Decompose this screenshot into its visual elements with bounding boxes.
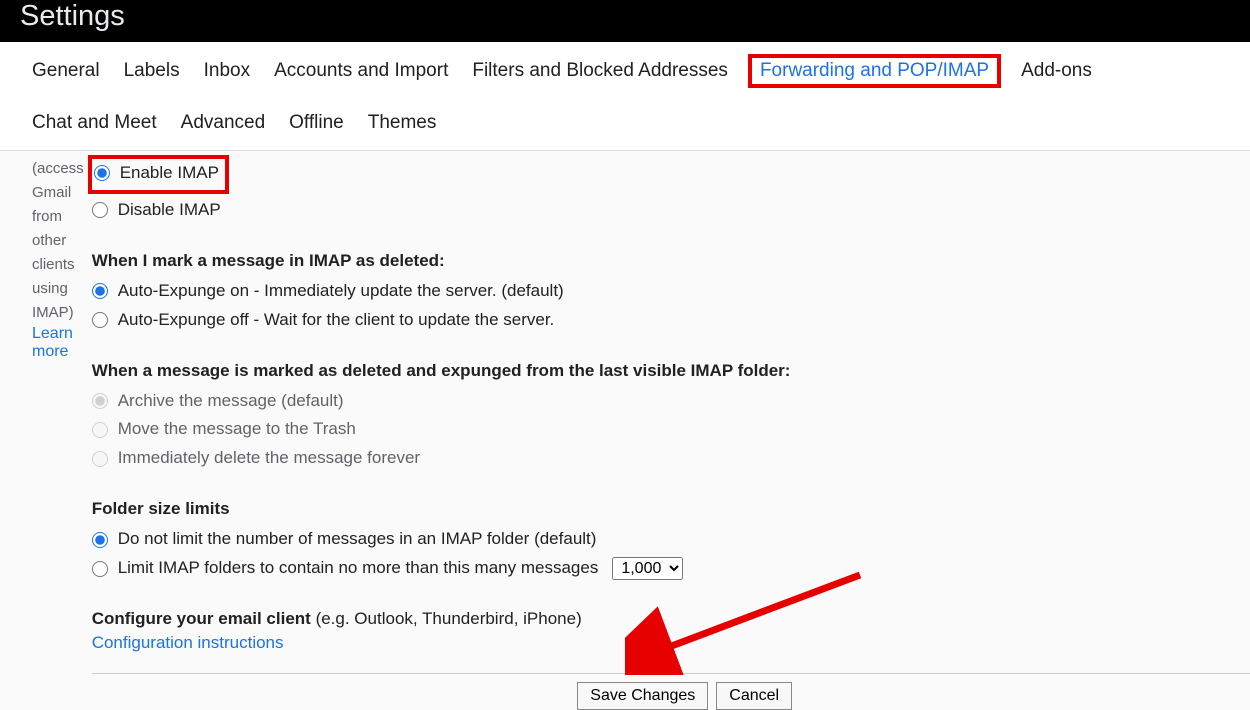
tab-inbox[interactable]: Inbox (204, 60, 250, 82)
section-side-label: (access Gmail from other clients using I… (32, 151, 92, 710)
highlight-enable-imap: Enable IMAP (88, 155, 229, 194)
configure-line: Configure your email client (e.g. Outloo… (92, 609, 1250, 629)
save-changes-button[interactable]: Save Changes (577, 682, 708, 710)
last-folder-group: When a message is marked as deleted and … (92, 361, 1250, 474)
expunge-on-label: Auto-Expunge on - Immediately update the… (118, 277, 564, 306)
cancel-button[interactable]: Cancel (716, 682, 792, 710)
tab-themes[interactable]: Themes (368, 112, 437, 134)
expunge-on-row[interactable]: Auto-Expunge on - Immediately update the… (92, 277, 1250, 306)
limit-count-select[interactable]: 1,000 (612, 557, 683, 580)
tab-addons[interactable]: Add-ons (1021, 60, 1092, 82)
limit-row[interactable]: Limit IMAP folders to contain no more th… (92, 554, 1250, 583)
configure-group: Configure your email client (e.g. Outloo… (92, 609, 1250, 653)
tab-general[interactable]: General (32, 60, 100, 82)
configure-bold: Configure your email client (92, 609, 311, 628)
archive-row[interactable]: Archive the message (default) (92, 387, 1250, 416)
tab-offline[interactable]: Offline (289, 112, 344, 134)
button-bar: Save Changes Cancel (92, 674, 1250, 710)
tab-forwarding[interactable]: Forwarding and POP/IMAP (760, 60, 989, 81)
trash-row[interactable]: Move the message to the Trash (92, 415, 1250, 444)
imap-hint-text: (access Gmail from other clients using I… (32, 157, 84, 325)
expunge-off-radio[interactable] (92, 312, 108, 328)
nolimit-row[interactable]: Do not limit the number of messages in a… (92, 525, 1250, 554)
expunge-group: When I mark a message in IMAP as deleted… (92, 251, 1250, 335)
tab-chat[interactable]: Chat and Meet (32, 112, 157, 134)
enable-imap-radio[interactable] (94, 165, 110, 181)
archive-label: Archive the message (default) (118, 387, 344, 416)
settings-content: (access Gmail from other clients using I… (0, 151, 1250, 710)
tab-advanced[interactable]: Advanced (181, 112, 266, 134)
page-title: Settings (20, 0, 125, 32)
delete-forever-label: Immediately delete the message forever (118, 444, 420, 473)
trash-radio[interactable] (92, 422, 108, 438)
expunge-off-row[interactable]: Auto-Expunge off - Wait for the client t… (92, 306, 1250, 335)
button-bar-wrap: Save Changes Cancel (92, 673, 1250, 710)
archive-radio[interactable] (92, 393, 108, 409)
header-bar: Settings (0, 0, 1250, 42)
folder-limits-title: Folder size limits (92, 499, 1250, 519)
enable-imap-label: Enable IMAP (120, 159, 219, 188)
disable-imap-label: Disable IMAP (118, 196, 221, 225)
limit-label: Limit IMAP folders to contain no more th… (118, 554, 599, 583)
configuration-instructions-link[interactable]: Configuration instructions (92, 633, 284, 653)
expunge-on-radio[interactable] (92, 283, 108, 299)
delete-forever-radio[interactable] (92, 451, 108, 467)
delete-forever-row[interactable]: Immediately delete the message forever (92, 444, 1250, 473)
trash-label: Move the message to the Trash (118, 415, 356, 444)
expunge-title: When I mark a message in IMAP as deleted… (92, 251, 1250, 271)
nolimit-label: Do not limit the number of messages in a… (118, 525, 597, 554)
last-folder-title: When a message is marked as deleted and … (92, 361, 1250, 381)
configure-rest: (e.g. Outlook, Thunderbird, iPhone) (311, 609, 582, 628)
folder-limits-group: Folder size limits Do not limit the numb… (92, 499, 1250, 583)
tab-labels[interactable]: Labels (124, 60, 180, 82)
tab-filters[interactable]: Filters and Blocked Addresses (472, 60, 728, 82)
settings-options: Enable IMAP Disable IMAP When I mark a m… (92, 151, 1250, 710)
imap-access-group: Enable IMAP Disable IMAP (92, 155, 1250, 225)
limit-radio[interactable] (92, 561, 108, 577)
enable-imap-row[interactable]: Enable IMAP (94, 159, 219, 188)
settings-tabs: General Labels Inbox Accounts and Import… (0, 42, 1250, 151)
disable-imap-radio[interactable] (92, 202, 108, 218)
highlight-forwarding-tab: Forwarding and POP/IMAP (748, 54, 1001, 88)
expunge-off-label: Auto-Expunge off - Wait for the client t… (118, 306, 555, 335)
nolimit-radio[interactable] (92, 532, 108, 548)
tab-accounts[interactable]: Accounts and Import (274, 60, 448, 82)
disable-imap-row[interactable]: Disable IMAP (92, 196, 1250, 225)
learn-more-link[interactable]: Learn more (32, 325, 84, 361)
